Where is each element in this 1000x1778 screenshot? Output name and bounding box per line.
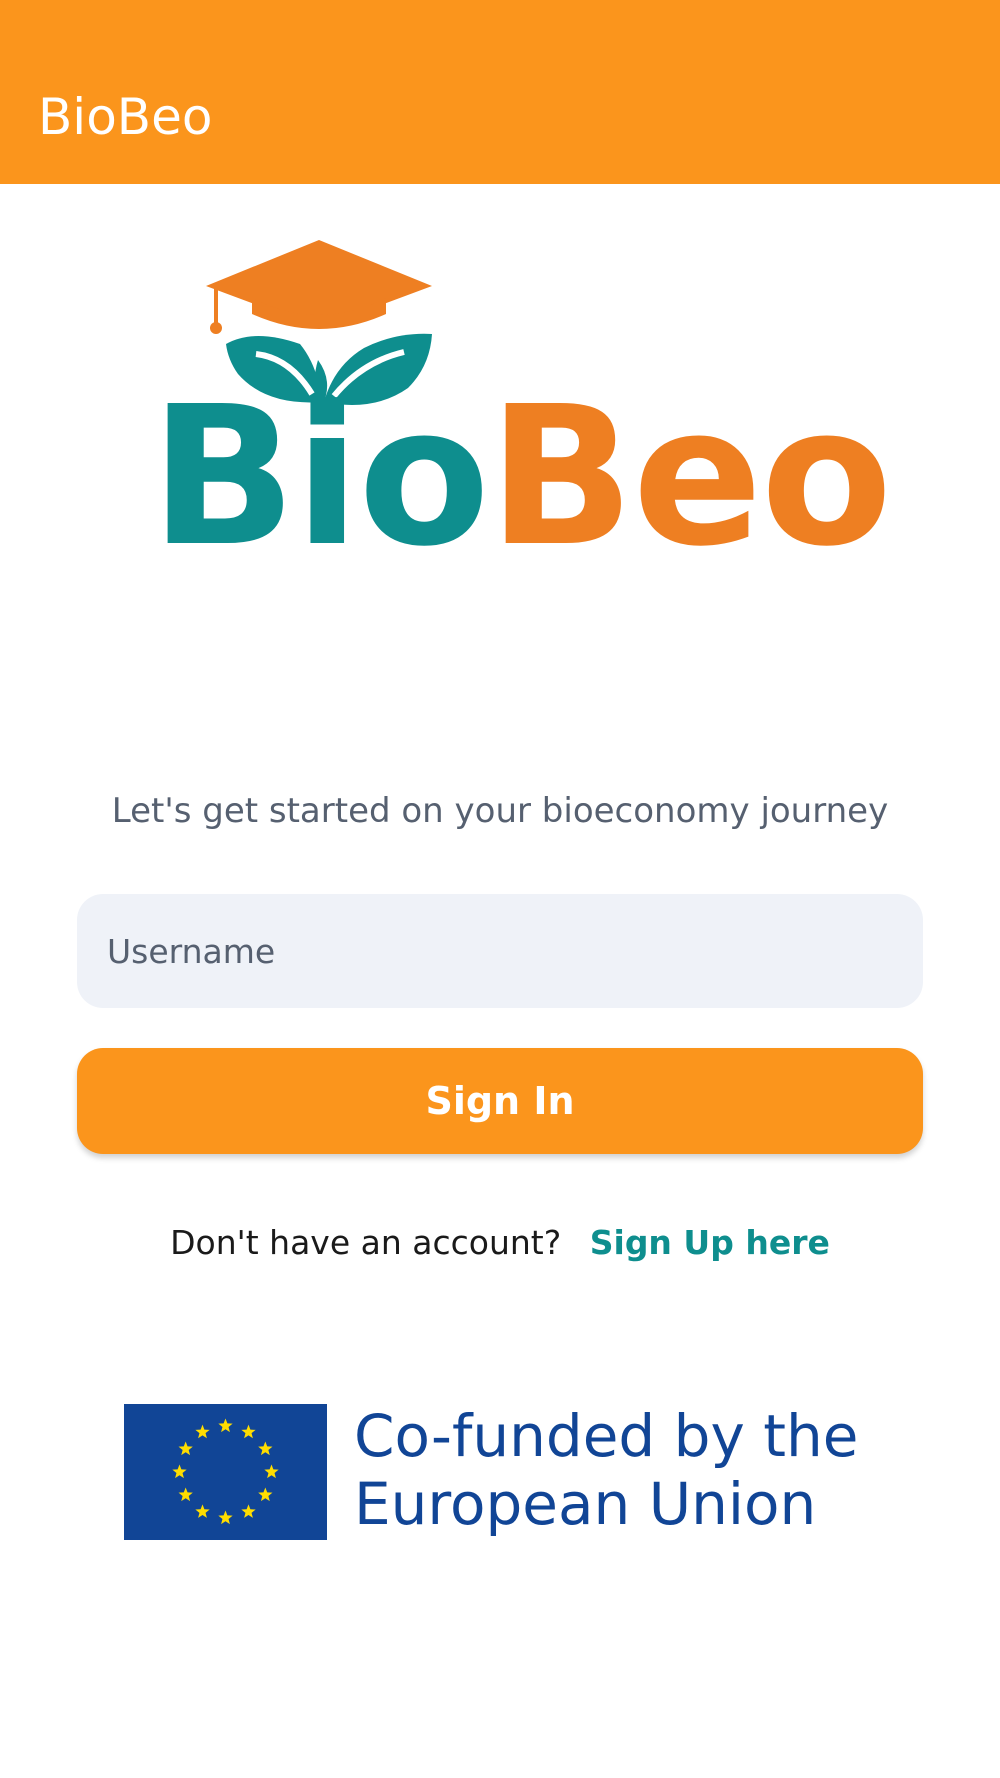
biobeo-logo: BioBeo	[150, 230, 893, 580]
eu-cofunded-badge: Co-funded by the European Union	[124, 1402, 884, 1542]
eu-flag-icon	[124, 1404, 327, 1540]
sign-in-button[interactable]: Sign In	[77, 1048, 923, 1154]
eu-cofunded-text: Co-funded by the European Union	[354, 1402, 884, 1538]
logo-text-beo: Beo	[488, 366, 892, 589]
username-input[interactable]	[77, 894, 923, 1008]
eu-text-line-1: Co-funded by the	[354, 1402, 859, 1470]
sign-up-link[interactable]: Sign Up here	[590, 1223, 830, 1262]
signup-prompt: Don't have an account?	[170, 1223, 562, 1262]
logo-wordmark: BioBeo	[150, 378, 893, 578]
logo-text-bio: Bio	[150, 366, 490, 589]
app-bar: BioBeo	[0, 0, 1000, 184]
eu-text-line-2: European Union	[354, 1470, 817, 1538]
welcome-tagline: Let's get started on your bioeconomy jou…	[111, 791, 889, 831]
app-title: BioBeo	[38, 88, 213, 146]
signup-row: Don't have an account? Sign Up here	[0, 1218, 1000, 1268]
login-screen: BioBeo BioBeo Let's get started on your …	[0, 0, 1000, 1778]
